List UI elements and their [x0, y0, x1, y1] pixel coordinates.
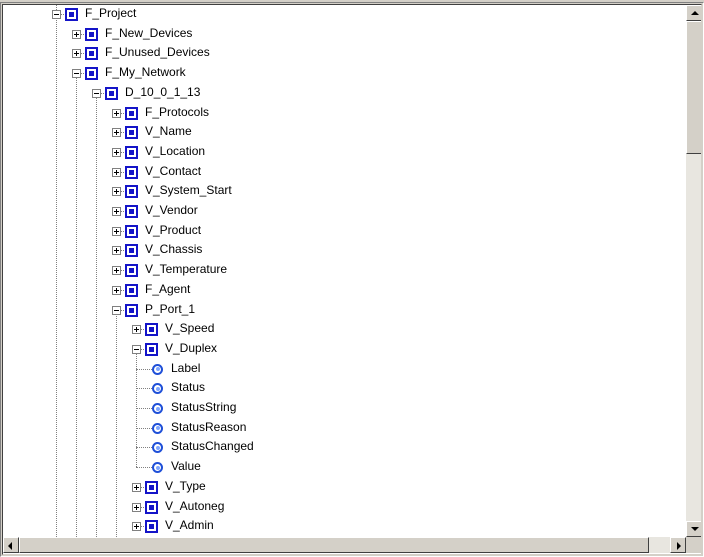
tree-leaf-label[interactable]: StatusReason — [171, 418, 246, 437]
tree-leaf-label[interactable]: StatusChanged — [171, 437, 254, 456]
tree-leaf-label[interactable]: Status — [171, 378, 205, 397]
tree-guide-line — [116, 309, 117, 537]
folder-node-icon — [85, 47, 98, 61]
property-leaf-icon — [152, 403, 163, 414]
arrow-right-icon — [677, 542, 681, 550]
property-leaf-icon — [152, 462, 163, 474]
horizontal-scroll-thumb[interactable] — [19, 537, 649, 553]
expand-plus-icon[interactable] — [132, 502, 141, 512]
folder-node-icon — [125, 165, 138, 179]
folder-node-icon — [145, 500, 158, 514]
expand-plus-icon[interactable] — [112, 187, 121, 197]
folder-node-icon — [125, 244, 138, 258]
tree-node-label[interactable]: V_Contact — [145, 162, 201, 181]
expand-plus-icon[interactable] — [72, 49, 81, 59]
scrollbar-corner — [686, 537, 701, 553]
tree-node-label[interactable]: V_Type — [165, 477, 206, 496]
expand-plus-icon[interactable] — [72, 29, 81, 39]
expand-plus-icon[interactable] — [132, 325, 141, 335]
folder-node-icon — [105, 86, 118, 100]
property-leaf-icon — [152, 363, 163, 375]
tree-leaf-label[interactable]: StatusString — [171, 398, 236, 417]
tree-node-label[interactable]: V_Product — [145, 221, 201, 240]
folder-node-icon — [85, 67, 98, 81]
tree-node-label[interactable]: F_New_Devices — [105, 24, 192, 43]
scroll-right-button[interactable] — [670, 537, 686, 553]
tree-node-label[interactable]: V_Duplex — [165, 339, 217, 358]
folder-node-icon — [85, 27, 98, 41]
tree-node-label[interactable]: F_My_Network — [105, 63, 186, 82]
expand-plus-icon[interactable] — [112, 226, 121, 236]
arrow-down-icon — [691, 527, 699, 531]
tree-guide-line — [56, 14, 57, 537]
tree-view-frame: F_Project F_New_Devices F_Unused_Devices F_… — [0, 2, 704, 557]
tree-node-label[interactable]: D_10_0_1_13 — [125, 83, 200, 102]
folder-node-icon — [145, 323, 158, 337]
collapse-minus-icon[interactable] — [132, 344, 141, 354]
tree-view: F_Project F_New_Devices F_Unused_Devices F_… — [2, 4, 702, 555]
tree-node-label[interactable]: V_Autoneg — [165, 497, 224, 516]
expand-plus-icon[interactable] — [112, 246, 121, 256]
scroll-up-button[interactable] — [686, 5, 701, 21]
collapse-minus-icon[interactable] — [92, 88, 101, 98]
tree-node-label[interactable]: V_System_Start — [145, 181, 232, 200]
arrow-left-icon — [8, 542, 12, 550]
collapse-minus-icon[interactable] — [112, 305, 121, 315]
tree-node-label[interactable]: V_Location — [145, 142, 205, 161]
tree-leaf-label[interactable]: Value — [171, 457, 201, 476]
expand-plus-icon[interactable] — [112, 108, 121, 118]
tree-node-label[interactable]: V_Admin — [165, 516, 214, 535]
expand-plus-icon[interactable] — [112, 207, 121, 216]
property-leaf-icon — [152, 383, 163, 395]
tree-node-label[interactable]: V_Speed — [165, 319, 214, 338]
tree-content[interactable]: F_Project F_New_Devices F_Unused_Devices F_… — [3, 5, 685, 537]
collapse-minus-icon[interactable] — [52, 10, 61, 19]
folder-node-icon — [145, 520, 158, 534]
expand-plus-icon[interactable] — [112, 128, 121, 138]
tree-guide-line — [76, 73, 77, 537]
folder-node-icon — [145, 480, 158, 494]
folder-node-icon — [125, 283, 138, 297]
folder-node-icon — [65, 8, 78, 21]
vertical-scrollbar[interactable] — [686, 5, 701, 537]
expand-plus-icon[interactable] — [112, 147, 121, 157]
tree-node-label[interactable]: V_Temperature — [145, 260, 227, 279]
folder-node-icon — [125, 126, 138, 140]
folder-node-icon — [125, 205, 138, 218]
tree-leaf-label[interactable]: Label — [171, 359, 200, 378]
tree-node-label[interactable]: F_Agent — [145, 280, 190, 299]
expand-plus-icon[interactable] — [132, 482, 141, 492]
scroll-left-button[interactable] — [3, 537, 19, 553]
tree-guide-line — [96, 92, 97, 537]
property-leaf-icon — [152, 442, 163, 454]
tree-node-label[interactable]: F_Protocols — [145, 103, 209, 122]
tree-node-label[interactable]: F_Project — [85, 5, 136, 23]
expand-plus-icon[interactable] — [112, 266, 121, 276]
expand-plus-icon[interactable] — [112, 285, 121, 295]
property-leaf-icon — [152, 422, 163, 434]
arrow-up-icon — [691, 11, 699, 15]
expand-plus-icon[interactable] — [112, 167, 121, 177]
folder-node-icon — [145, 342, 158, 356]
collapse-minus-icon[interactable] — [72, 69, 81, 79]
tree-node-label[interactable]: V_Vendor — [145, 201, 198, 220]
tree-node-label[interactable]: P_Port_1 — [145, 300, 195, 319]
folder-node-icon — [125, 264, 138, 278]
folder-node-icon — [125, 303, 138, 317]
scroll-down-button[interactable] — [686, 521, 701, 537]
folder-node-icon — [125, 224, 138, 238]
folder-node-icon — [125, 145, 138, 159]
expand-plus-icon[interactable] — [132, 522, 141, 532]
folder-node-icon — [125, 185, 138, 199]
horizontal-scrollbar[interactable] — [3, 537, 686, 553]
tree-node-label[interactable]: F_Unused_Devices — [105, 43, 210, 62]
tree-node-label[interactable]: V_Name — [145, 122, 192, 141]
tree-node-label[interactable]: V_Chassis — [145, 240, 202, 259]
vertical-scroll-thumb[interactable] — [686, 21, 701, 154]
folder-node-icon — [125, 106, 138, 120]
